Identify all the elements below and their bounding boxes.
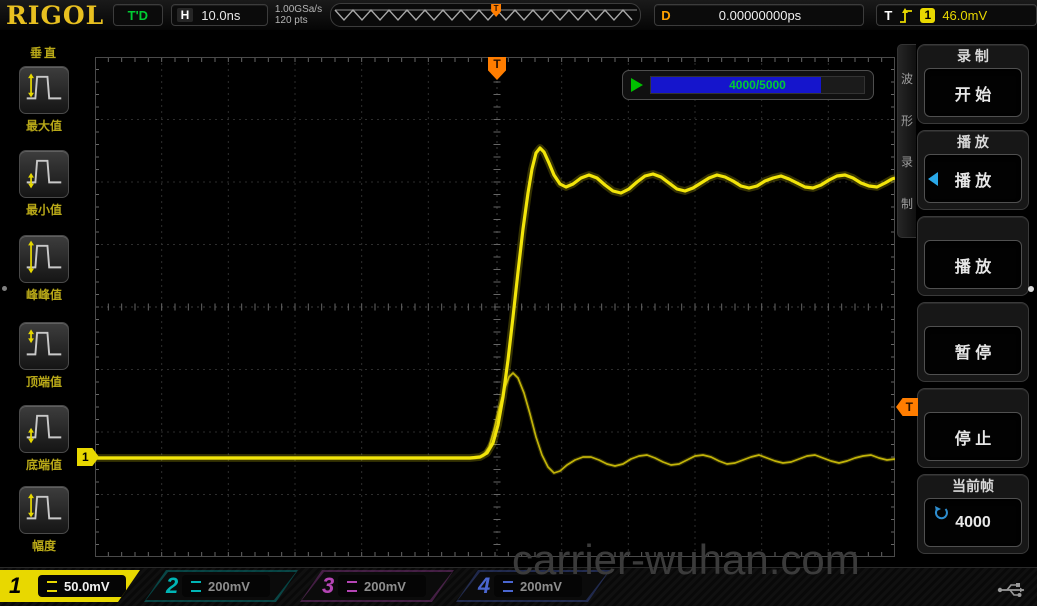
rising-edge-icon [899, 7, 913, 24]
measure-item-vtop: 顶端值 [0, 322, 88, 390]
channel-2-value-box: 200mV [182, 575, 270, 597]
trigger-level-value: 46.0mV [942, 8, 987, 23]
trigger-source-badge: 1 [920, 8, 935, 23]
rigol-logo: RIGOL [6, 1, 107, 30]
play-icon [631, 78, 643, 92]
channel-3-scale: 200mV [364, 579, 406, 594]
oscilloscope-screen: RIGOL T'D H 10.0ns 1.00GSa/s 120 pts T D… [0, 0, 1037, 606]
channel-1-value-box: 50.0mV [38, 575, 126, 597]
channel-4-value-box: 200mV [494, 575, 582, 597]
vamp-icon [24, 489, 64, 532]
left-bezel-dot [2, 286, 7, 291]
channel-3-number: 3 [322, 573, 334, 599]
channel-4-scale: 200mV [520, 579, 562, 594]
progress-track: 4000/5000 [650, 76, 865, 94]
delay-value: 0.00000000ps [679, 8, 858, 23]
delay-label: D [661, 8, 670, 23]
delay-readout: D 0.00000000ps [654, 4, 864, 26]
record-progress-bar: 4000/5000 [622, 70, 874, 100]
memory-waveform-icon [331, 5, 641, 25]
dc-coupling-icon [503, 581, 513, 592]
channel-1-scale: 50.0mV [64, 579, 110, 594]
stop-button[interactable]: 停 止 [924, 412, 1022, 461]
memory-waveform-bar[interactable]: T [330, 3, 641, 27]
vtop-button[interactable] [19, 322, 69, 370]
right-bezel-dot [1028, 286, 1034, 292]
dc-coupling-icon [47, 581, 57, 592]
current-frame-button[interactable]: 4000 [924, 498, 1022, 547]
vpp-button[interactable] [19, 235, 69, 283]
vbase-button[interactable] [19, 405, 69, 453]
acquisition-info: 1.00GSa/s 120 pts [275, 4, 322, 26]
channel-1-number: 1 [9, 573, 21, 599]
dc-coupling-icon [191, 581, 201, 592]
menu-section-stop: 停 止 [917, 388, 1029, 468]
channel-status-bar: 1 50.0mV 2 200mV 3 200mV 4 [0, 567, 1037, 606]
channel-4-tab[interactable]: 4 200mV [456, 570, 610, 602]
progress-text: 4000/5000 [651, 77, 864, 93]
measure-item-vpp: 峰峰值 [0, 235, 88, 303]
trigger-readout[interactable]: T 1 46.0mV [876, 4, 1037, 26]
channel-2-tab[interactable]: 2 200mV [144, 570, 298, 602]
channel-2-scale: 200mV [208, 579, 250, 594]
vamp-button[interactable] [19, 486, 69, 534]
horizontal-label: H [177, 8, 194, 22]
dc-coupling-icon [347, 581, 357, 592]
menu-section-play2: 播 放 [917, 216, 1029, 296]
graticule-waveform-display [95, 57, 895, 557]
vbase-icon [24, 408, 64, 451]
vmin-button[interactable] [19, 150, 69, 198]
menu-section-current-frame: 当前帧 4000 [917, 474, 1029, 554]
trigger-label: T [884, 8, 892, 23]
measure-item-vbase: 底端值 [0, 405, 88, 473]
measure-item-vamp: 幅度 [0, 486, 88, 554]
trigger-status-badge: T'D [113, 4, 163, 26]
measurement-menu: 垂直 最大值 最小值 峰峰值 顶端值 底端值 [0, 34, 90, 568]
record-start-button[interactable]: 开 始 [924, 68, 1022, 117]
vpp-icon [24, 238, 64, 281]
play-mode-button[interactable]: 播 放 [924, 154, 1022, 203]
horizontal-timebase[interactable]: H 10.0ns [171, 4, 268, 26]
channel-1-tab[interactable]: 1 50.0mV [0, 570, 140, 602]
channel-3-value-box: 200mV [338, 575, 426, 597]
play-button[interactable]: 播 放 [924, 240, 1022, 289]
measurement-menu-title: 垂直 [0, 44, 88, 61]
usb-icon [997, 580, 1029, 598]
rotate-knob-icon [933, 505, 949, 521]
left-arrow-icon [928, 172, 938, 186]
memory-depth: 120 pts [275, 15, 322, 26]
menu-section-record: 录 制 开 始 [917, 44, 1029, 124]
trigger-level-marker-icon[interactable]: T [896, 398, 918, 416]
channel-2-number: 2 [166, 573, 178, 599]
top-status-bar: RIGOL T'D H 10.0ns 1.00GSa/s 120 pts T D… [0, 0, 1037, 30]
timebase-value: 10.0ns [201, 8, 240, 23]
channel-3-tab[interactable]: 3 200mV [300, 570, 454, 602]
menu-section-play: 播 放 播 放 [917, 130, 1029, 210]
pause-button[interactable]: 暂 停 [924, 326, 1022, 375]
measure-item-vmax: 最大值 [0, 66, 88, 134]
vmax-icon [24, 69, 64, 112]
channel-4-number: 4 [478, 573, 490, 599]
vmin-icon [24, 153, 64, 196]
vtop-icon [24, 325, 64, 368]
menu-tab-waveform-record: 波 形 录 制 [897, 44, 916, 238]
menu-section-pause: 暂 停 [917, 302, 1029, 382]
measure-item-vmin: 最小值 [0, 150, 88, 218]
sample-rate: 1.00GSa/s [275, 4, 322, 15]
vmax-button[interactable] [19, 66, 69, 114]
